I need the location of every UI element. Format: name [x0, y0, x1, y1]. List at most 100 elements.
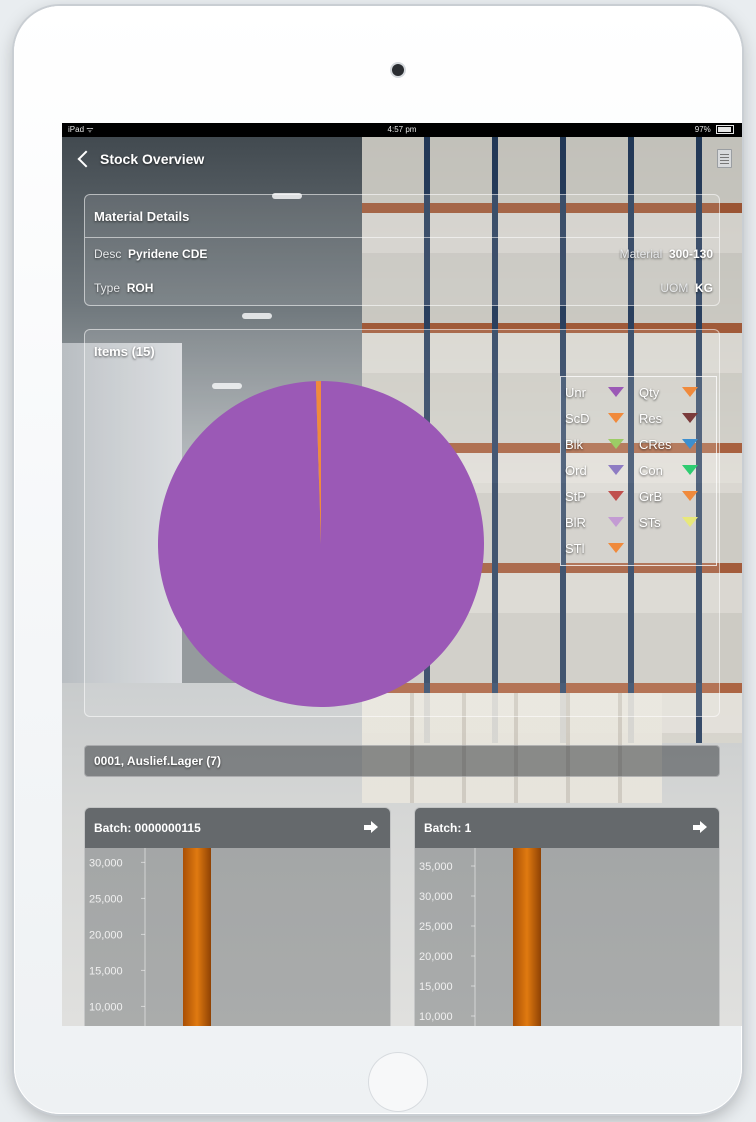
legend-item: GrB — [639, 484, 698, 508]
desc-label: Desc — [94, 247, 122, 261]
legend-swatch-icon — [682, 439, 698, 449]
ipad-device-frame: iPad ᯤ 4:57 pm 97% Stock Overview Materi… — [14, 6, 742, 1114]
y-tick-label: 30,000 — [419, 891, 453, 903]
legend-label: Unr — [565, 384, 586, 400]
items-pie-chart[interactable] — [156, 379, 486, 709]
home-button[interactable] — [368, 1052, 428, 1112]
y-tick-label: 30,000 — [89, 857, 123, 869]
legend-swatch-icon — [608, 413, 624, 423]
ceiling-light — [242, 313, 272, 319]
legend-swatch-icon — [608, 543, 624, 553]
pie-chart-svg — [158, 381, 484, 707]
batch-bar-svg: 35,000 30,000 25,000 20,000 15,000 10,000 — [419, 848, 541, 1026]
legend-label: ScD — [565, 410, 590, 426]
legend-swatch-icon — [682, 491, 698, 501]
legend-label: Con — [639, 462, 663, 478]
y-tick-label: 35,000 — [419, 861, 453, 873]
legend-label: Ord — [565, 462, 587, 478]
batch-bar-chart: 30,000 25,000 20,000 15,000 10,000 — [85, 848, 390, 1026]
legend-item: STs — [639, 510, 698, 534]
legend-swatch-icon — [682, 413, 698, 423]
navigation-bar: Stock Overview — [62, 137, 742, 181]
y-tick-label: 15,000 — [419, 981, 453, 993]
legend-label: Blk — [565, 436, 584, 452]
panel-title: Material Details — [94, 209, 190, 224]
type-label: Type — [94, 281, 121, 295]
storage-location-label: 0001, Auslief.Lager (7) — [94, 754, 221, 768]
legend-swatch-icon — [608, 491, 624, 501]
clock: 4:57 pm — [387, 125, 417, 134]
uom-value: KG — [695, 281, 713, 295]
battery-percent: 97% — [694, 125, 711, 134]
legend-label: STs — [639, 514, 661, 530]
legend-item: CRes — [639, 432, 698, 456]
back-button-label: Stock Overview — [100, 151, 205, 167]
status-bar: iPad ᯤ 4:57 pm 97% — [62, 123, 742, 137]
y-tick-label: 15,000 — [89, 965, 123, 977]
legend-swatch-icon — [682, 517, 698, 527]
type-row: Type ROH — [94, 281, 153, 295]
items-title: Items (15) — [94, 344, 155, 359]
material-value: 300-130 — [668, 247, 713, 261]
batch-header[interactable]: Batch: 1 — [415, 808, 719, 848]
legend-label: BlR — [565, 514, 586, 530]
y-tick-label: 10,000 — [419, 1011, 453, 1023]
batch-title: Batch: 1 — [424, 821, 472, 835]
legend-swatch-icon — [608, 465, 624, 475]
legend-swatch-icon — [682, 387, 698, 397]
legend-item: Qty — [639, 380, 698, 404]
arrow-right-icon[interactable] — [364, 821, 378, 833]
legend-item: Unr — [565, 380, 624, 404]
y-tick-label: 10,000 — [89, 1001, 123, 1013]
chevron-left-icon — [77, 150, 95, 168]
legend-label: Qty — [639, 384, 660, 400]
arrow-right-icon[interactable] — [693, 821, 707, 833]
battery-icon — [716, 125, 734, 135]
uom-label: UOM — [660, 281, 689, 295]
material-label: Material — [619, 247, 663, 261]
legend-item: STl — [565, 536, 624, 560]
back-button[interactable]: Stock Overview — [76, 147, 204, 171]
material-details-panel: Material Details Desc Pyridene CDE Mater… — [84, 194, 720, 306]
legend-label: CRes — [639, 436, 672, 452]
y-tick-label: 20,000 — [419, 951, 453, 963]
legend-item: Ord — [565, 458, 624, 482]
type-value: ROH — [126, 281, 154, 295]
uom-row: UOM KG — [660, 281, 713, 295]
batch-bar[interactable] — [513, 848, 541, 1026]
desc-row: Desc Pyridene CDE — [94, 247, 207, 261]
material-row: Material 300-130 — [620, 247, 713, 261]
legend-label: GrB — [639, 488, 663, 504]
legend-label: StP — [565, 488, 586, 504]
legend-label: Res — [639, 410, 663, 426]
storage-location-row[interactable]: 0001, Auslief.Lager (7) — [84, 745, 720, 777]
batch-card: Batch: 1 35,000 30,000 25,000 20,000 15,000 1… — [414, 807, 720, 1026]
document-icon[interactable] — [717, 149, 732, 168]
divider — [85, 237, 719, 238]
desc-value: Pyridene CDE — [128, 247, 208, 261]
batch-title: Batch: 0000000115 — [94, 821, 201, 835]
y-tick-label: 25,000 — [89, 893, 123, 905]
y-tick-label: 20,000 — [89, 929, 123, 941]
batch-bar-svg: 30,000 25,000 20,000 15,000 10,000 — [89, 848, 211, 1026]
legend-item: Con — [639, 458, 698, 482]
batch-bar-chart: 35,000 30,000 25,000 20,000 15,000 10,000 — [415, 848, 719, 1026]
app-screen: iPad ᯤ 4:57 pm 97% Stock Overview Materi… — [62, 123, 742, 1026]
batch-bar[interactable] — [183, 848, 211, 1026]
pie-legend: Unr Qty ScD Res Blk CRes Ord Con StP GrB BlR STs STl — [560, 376, 717, 566]
batch-header[interactable]: Batch: 0000000115 — [85, 808, 390, 848]
legend-swatch-icon — [608, 387, 624, 397]
legend-item: StP — [565, 484, 624, 508]
legend-swatch-icon — [608, 517, 624, 527]
legend-item: Blk — [565, 432, 624, 456]
legend-item: BlR — [565, 510, 624, 534]
legend-swatch-icon — [682, 465, 698, 475]
legend-item: Res — [639, 406, 698, 430]
batch-card: Batch: 0000000115 30,000 25,000 20,000 15,0… — [84, 807, 391, 1026]
legend-swatch-icon — [608, 439, 624, 449]
front-camera — [392, 64, 404, 76]
battery-indicator: 97% — [695, 123, 734, 137]
legend-item: ScD — [565, 406, 624, 430]
y-tick-label: 25,000 — [419, 921, 453, 933]
legend-label: STl — [565, 540, 585, 556]
